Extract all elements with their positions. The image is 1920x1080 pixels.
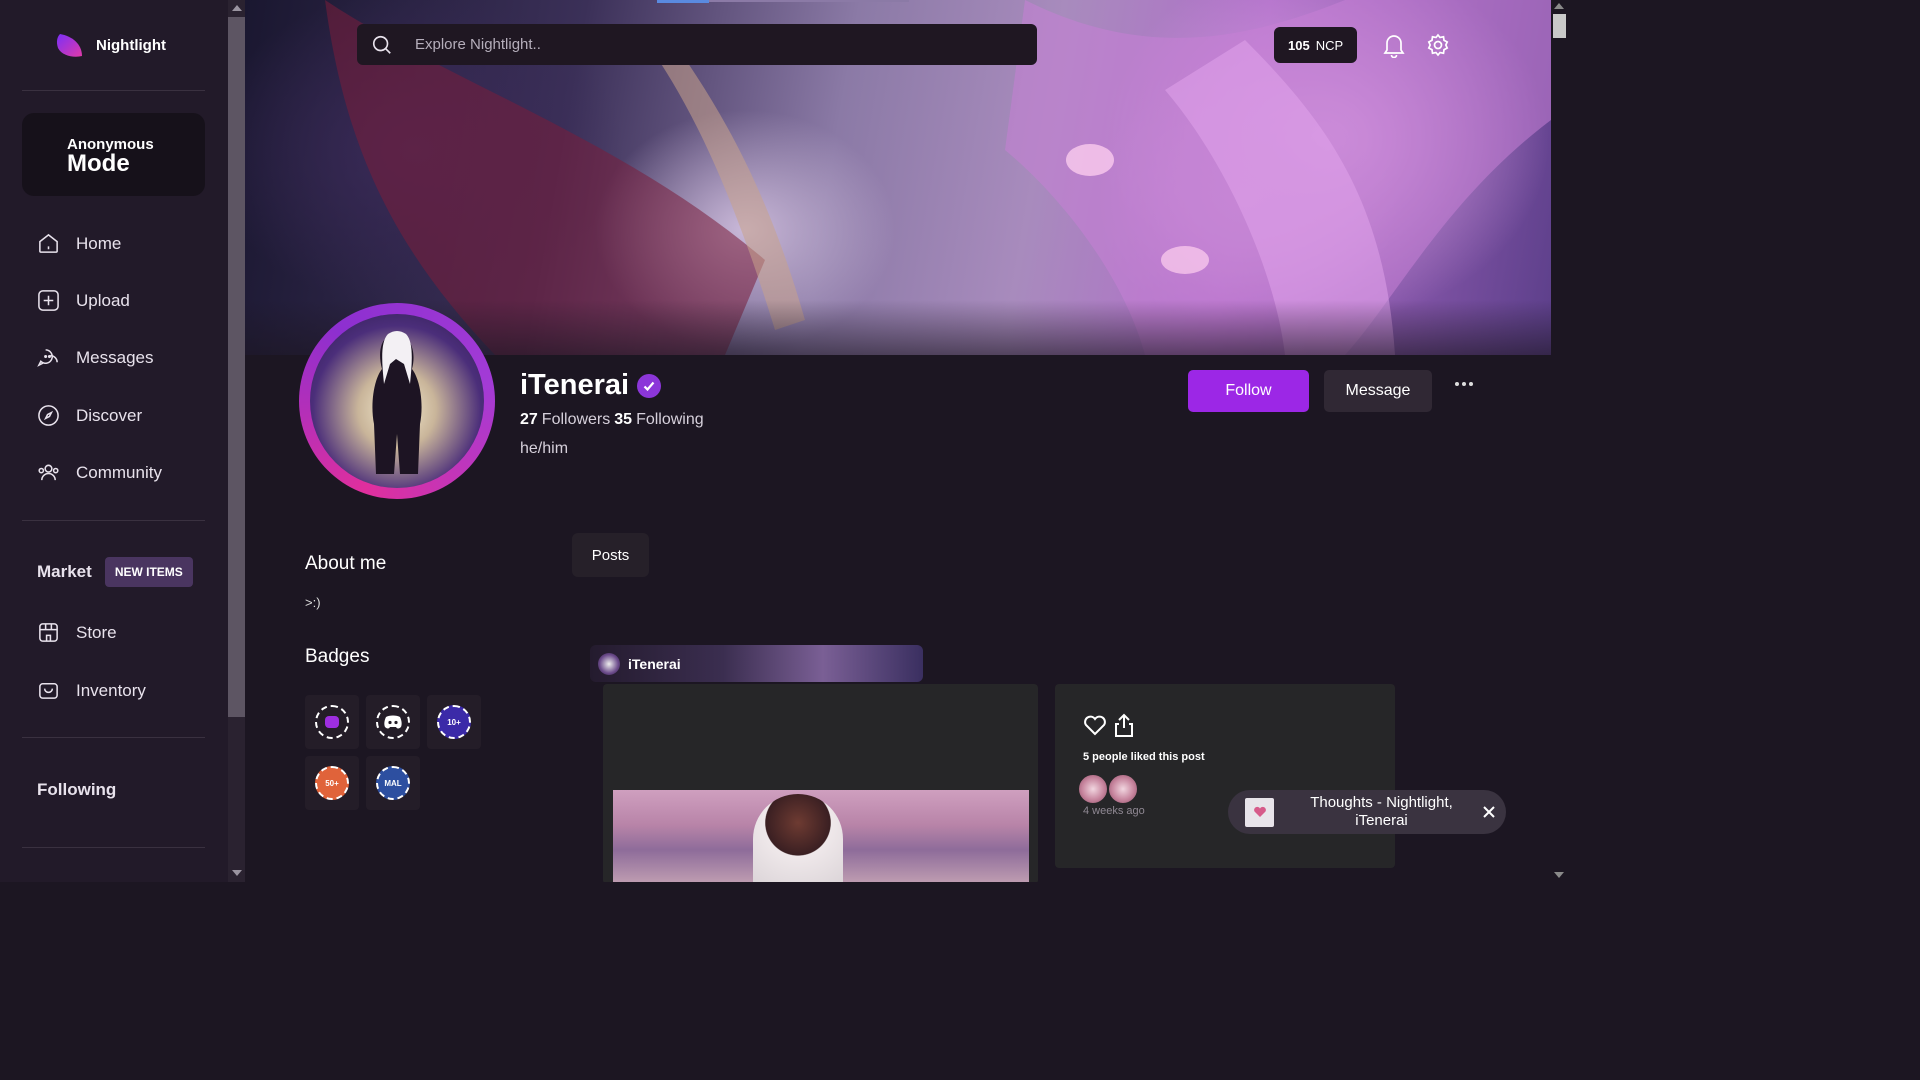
liker-avatar[interactable]: [1078, 774, 1108, 804]
community-icon: [37, 461, 60, 484]
sidebar-item-label: Inventory: [76, 680, 146, 700]
ten-plus-badge-icon: 10+: [437, 705, 471, 739]
follow-button[interactable]: Follow: [1188, 370, 1309, 412]
new-items-badge: NEW ITEMS: [104, 557, 193, 587]
profile-username: iTenerai: [520, 369, 630, 401]
search-icon: [371, 34, 393, 56]
about-me-title: About me: [305, 553, 387, 574]
logo[interactable]: Nightlight: [54, 30, 166, 60]
inventory-icon: [37, 679, 60, 702]
sidebar-divider: [22, 520, 205, 521]
sidebar-divider: [22, 90, 205, 91]
badge-mal[interactable]: MAL: [366, 756, 420, 810]
profile-username-row: iTenerai: [520, 369, 662, 402]
market-section: Market NEW ITEMS: [37, 557, 193, 587]
verified-badge-icon: [637, 373, 662, 398]
sidebar-item-label: Messages: [76, 347, 154, 367]
fifty-plus-badge-icon: 50+: [315, 766, 349, 800]
mal-badge-icon: MAL: [376, 766, 410, 800]
likes-text[interactable]: 5 people liked this post: [1083, 751, 1205, 763]
now-playing-toast[interactable]: Thoughts - Nightlight, iTenerai: [1228, 790, 1506, 834]
profile-main: 105 NCP iTenerai 27 Followers: [245, 0, 1551, 882]
discord-badge-icon: [376, 705, 410, 739]
more-options-icon[interactable]: [1455, 382, 1473, 386]
search-input[interactable]: [415, 36, 1015, 53]
anonymous-mode-toggle[interactable]: Anonymous Mode: [22, 113, 205, 196]
page-scrollbar[interactable]: [1551, 0, 1568, 882]
profile-pronouns: he/him: [520, 440, 569, 457]
followers-count[interactable]: 27: [520, 411, 538, 429]
toast-thumbnail: [1245, 797, 1274, 827]
nightlight-logo-icon: [54, 30, 84, 60]
nightlight-badge-icon: [315, 705, 349, 739]
store-icon: [37, 621, 60, 644]
avatar-image: [310, 314, 484, 488]
post-author-avatar: [598, 652, 620, 675]
sidebar-item-label: Community: [76, 462, 162, 482]
sidebar-item-store[interactable]: Store: [37, 621, 117, 644]
ncp-unit: NCP: [1315, 37, 1344, 53]
sidebar-item-messages[interactable]: Messages: [37, 346, 153, 369]
sidebar-item-upload[interactable]: Upload: [37, 289, 130, 312]
post-actions-panel: 5 people liked this post 4 weeks ago: [1055, 684, 1395, 868]
sidebar-divider: [22, 737, 205, 738]
badge-discord[interactable]: [366, 695, 420, 749]
sidebar-item-discover[interactable]: Discover: [37, 404, 142, 427]
scroll-up-arrow-icon[interactable]: [1554, 3, 1564, 9]
badge-nightlight[interactable]: [305, 695, 359, 749]
toast-text: Thoughts - Nightlight, iTenerai: [1310, 794, 1453, 829]
post-time-ago: 4 weeks ago: [1083, 805, 1145, 817]
sidebar-item-home[interactable]: Home: [37, 232, 121, 255]
sidebar-item-label: Discover: [76, 405, 143, 425]
page-scroll-thumb[interactable]: [1553, 14, 1566, 38]
app-root: Nightlight Anonymous Mode Home Upload Me…: [0, 0, 1568, 882]
post-header[interactable]: iTenerai: [590, 645, 923, 682]
profile-avatar[interactable]: [299, 303, 495, 499]
settings-gear-icon[interactable]: [1426, 32, 1450, 58]
tab-posts[interactable]: Posts: [572, 533, 649, 577]
liker-avatar[interactable]: [1108, 774, 1138, 804]
home-icon: [37, 232, 60, 255]
sidebar-item-community[interactable]: Community: [37, 461, 162, 484]
following-count[interactable]: 35: [614, 411, 632, 429]
scroll-down-arrow-icon[interactable]: [1554, 872, 1564, 878]
sidebar-item-label: Upload: [76, 290, 130, 310]
search-bar[interactable]: [357, 24, 1037, 65]
ncp-balance[interactable]: 105 NCP: [1274, 27, 1358, 63]
post-author: iTenerai: [628, 655, 681, 672]
post-image-figure: [753, 794, 843, 882]
post-card[interactable]: [603, 684, 1038, 882]
badge-fifty-plus[interactable]: 50+: [305, 756, 359, 810]
ncp-amount: 105: [1288, 37, 1310, 53]
sidebar-item-inventory[interactable]: Inventory: [37, 679, 146, 702]
bell-icon[interactable]: [1382, 32, 1406, 59]
following-label[interactable]: Following: [636, 411, 704, 429]
badge-ten-plus[interactable]: 10+: [427, 695, 481, 749]
market-label: Market: [37, 562, 92, 581]
sidebar-scroll-thumb[interactable]: [228, 17, 245, 717]
sidebar-scrollbar[interactable]: [228, 0, 245, 882]
badges-title: Badges: [305, 646, 370, 667]
share-icon[interactable]: [1113, 712, 1135, 738]
profile-stats: 27 Followers 35 Following: [520, 411, 704, 429]
scroll-down-arrow-icon[interactable]: [232, 870, 242, 876]
sidebar-item-label: Store: [76, 622, 117, 642]
sidebar-item-label: Home: [76, 233, 122, 253]
followers-label[interactable]: Followers: [542, 411, 610, 429]
post-image: [613, 790, 1029, 882]
scroll-up-arrow-icon[interactable]: [232, 5, 242, 11]
sidebar-divider: [22, 847, 205, 848]
anonymous-mode-sublabel: Mode: [67, 150, 130, 177]
compass-icon: [37, 404, 60, 427]
close-icon[interactable]: [1480, 803, 1498, 821]
message-button[interactable]: Message: [1324, 370, 1432, 412]
messages-icon: [37, 346, 60, 369]
following-section-title: Following: [37, 780, 117, 799]
upload-icon: [37, 289, 60, 312]
heart-icon[interactable]: [1083, 714, 1107, 736]
app-name: Nightlight: [96, 36, 166, 54]
sidebar: Nightlight Anonymous Mode Home Upload Me…: [0, 0, 228, 882]
about-me-text: >:): [305, 595, 321, 610]
